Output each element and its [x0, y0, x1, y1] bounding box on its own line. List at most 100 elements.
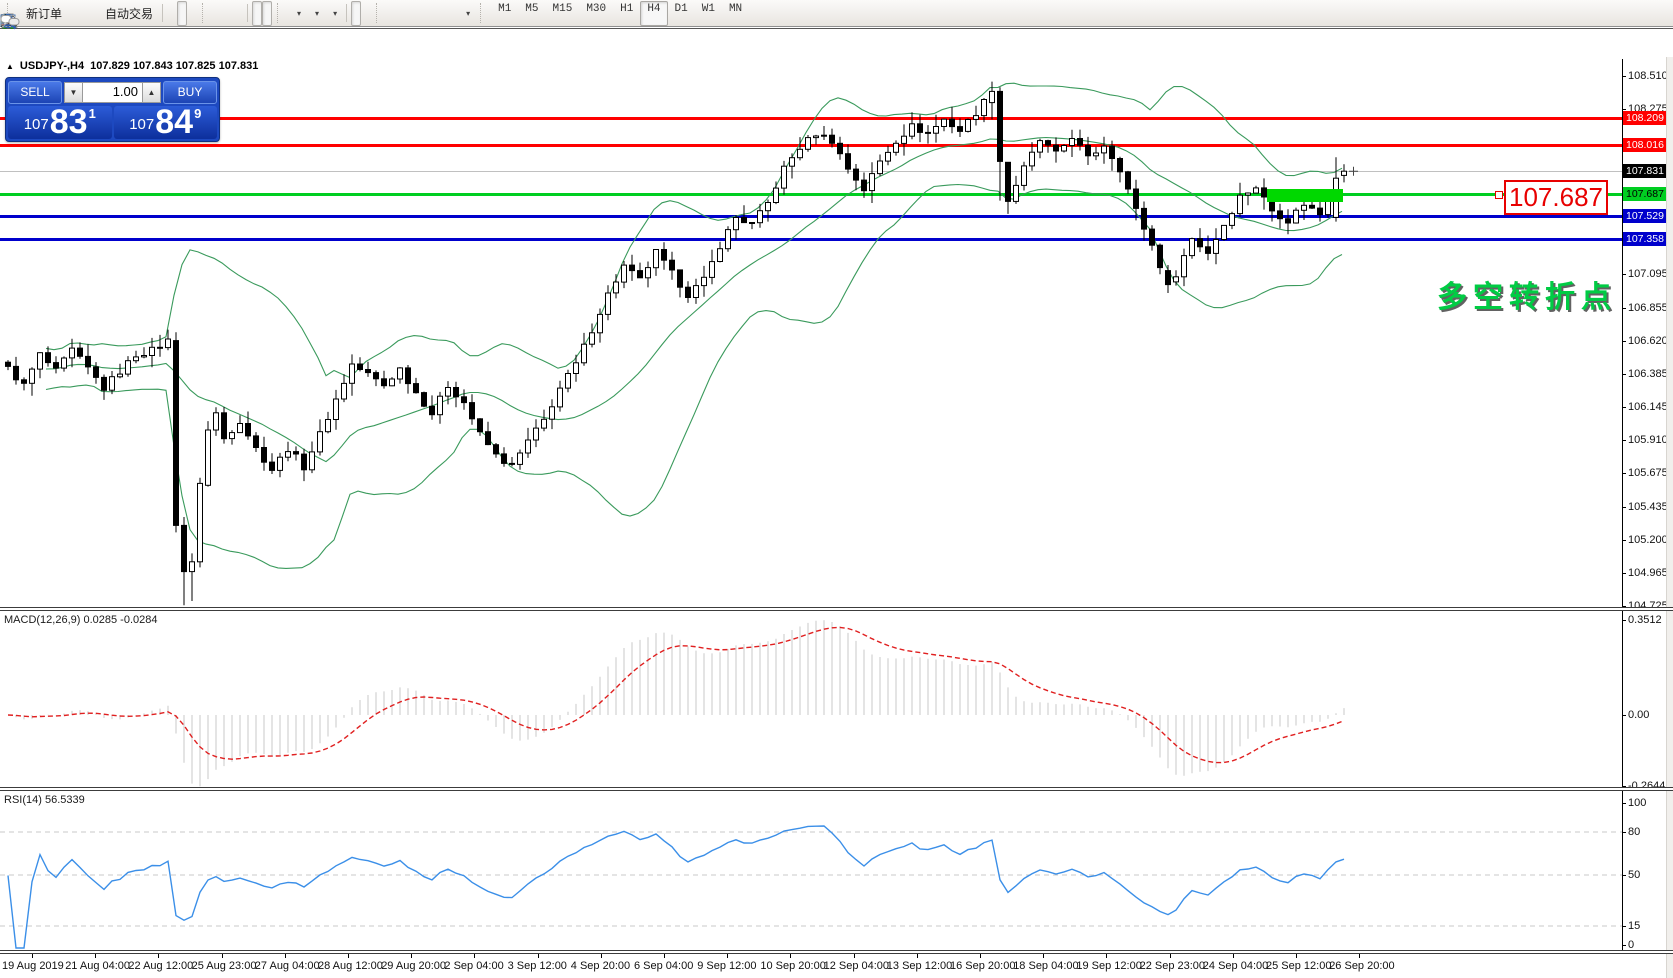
time-axis-label: 9 Sep 12:00	[697, 960, 756, 972]
styler-button[interactable]	[67, 1, 77, 26]
price-badge: 108.016	[1623, 138, 1670, 152]
auto-scroll-button[interactable]	[252, 1, 262, 26]
timeframe-m1-button[interactable]: M1	[491, 1, 518, 26]
axis-tick	[1622, 945, 1626, 946]
time-axis-label: 16 Sep 20:00	[950, 960, 1015, 972]
vertical-line-button[interactable]	[387, 1, 397, 26]
channel-button[interactable]: E	[417, 1, 427, 26]
time-axis-label: 6 Sep 04:00	[634, 960, 693, 972]
highlight-rectangle[interactable]	[1267, 189, 1343, 202]
tile-windows-button[interactable]	[233, 1, 243, 26]
line-chart-button[interactable]	[187, 1, 197, 26]
window-edge-strip	[1666, 57, 1673, 978]
time-axis-label: 10 Sep 20:00	[760, 960, 825, 972]
candlestick-series	[6, 82, 1347, 606]
data-window-button[interactable]	[87, 1, 97, 26]
auto-trading-button[interactable]: 自动交易	[97, 1, 158, 26]
price-tick-label: 106.145	[1628, 401, 1668, 413]
cursor-button[interactable]	[351, 1, 361, 26]
axis-tick	[1622, 374, 1626, 375]
price-tick-label: 105.675	[1628, 467, 1668, 479]
timeframe-h4-button[interactable]: H4	[640, 1, 667, 26]
axis-tick	[1622, 308, 1626, 309]
macd-histogram	[8, 620, 1344, 786]
trendline-button[interactable]	[407, 1, 417, 26]
arrows-button[interactable]: ▾	[457, 1, 475, 26]
axis-tick	[1622, 76, 1626, 77]
macd-indicator[interactable]	[0, 611, 1622, 787]
text-label-button[interactable]: T	[447, 1, 457, 26]
price-tick-label: 104.965	[1628, 567, 1668, 579]
price-tick-label: 106.855	[1628, 302, 1668, 314]
time-axis-label: 22 Aug 12:00	[128, 960, 193, 972]
time-axis-tick	[538, 954, 539, 958]
buy-price-prefix: 107	[129, 116, 154, 133]
timeframe-m5-button[interactable]: M5	[518, 1, 545, 26]
time-axis-tick	[601, 954, 602, 958]
sell-button[interactable]: SELL	[8, 81, 62, 104]
profiles-button[interactable]	[77, 1, 87, 26]
time-axis-label: 18 Sep 04:00	[1013, 960, 1078, 972]
price-tick-label: 105.435	[1628, 501, 1668, 513]
candlestick-chart-button[interactable]	[177, 1, 187, 26]
pane-separator[interactable]	[0, 950, 1673, 954]
chevron-down-icon: ▾	[333, 9, 337, 18]
chart-window[interactable]: ▲ USDJPY-,H4 107.829 107.843 107.825 107…	[0, 28, 1673, 950]
price-tick-label: 105.910	[1628, 434, 1668, 446]
periods-button[interactable]: ▾	[306, 1, 324, 26]
chevron-down-icon: ▾	[315, 9, 319, 18]
symbol-ohlc: 107.829 107.843 107.825 107.831	[90, 60, 258, 72]
chinese-annotation[interactable]: 多空转折点	[1437, 272, 1617, 316]
axis-tick	[1622, 620, 1626, 621]
time-axis-label: 25 Sep 12:00	[1266, 960, 1331, 972]
pane-separator[interactable]	[0, 787, 1673, 791]
chat-button[interactable]	[1651, 1, 1661, 26]
candlestick-chart[interactable]	[0, 57, 1622, 607]
symbol-name: USDJPY-,H4	[20, 60, 84, 72]
time-axis-label: 3 Sep 12:00	[508, 960, 567, 972]
crosshair-button[interactable]	[361, 1, 371, 26]
price-annotation-box[interactable]: 107.687	[1504, 180, 1608, 215]
bar-chart-button[interactable]	[167, 1, 177, 26]
timeframe-m30-button[interactable]: M30	[579, 1, 613, 26]
fibonacci-button[interactable]: F	[427, 1, 437, 26]
chart-shift-button[interactable]	[262, 1, 272, 26]
buy-price[interactable]: 107 84 9	[114, 106, 218, 139]
price-tick-label: 107.095	[1628, 268, 1668, 280]
volume-down-button[interactable]: ▼	[64, 82, 83, 103]
horizontal-line-button[interactable]	[397, 1, 407, 26]
zoom-out-button[interactable]	[223, 1, 233, 26]
sell-price-sup: 1	[89, 106, 96, 121]
templates-button[interactable]: ▾	[324, 1, 342, 26]
bollinger-lower	[46, 185, 1342, 569]
timeframe-m15-button[interactable]: M15	[546, 1, 580, 26]
sell-price[interactable]: 107 83 1	[8, 106, 112, 139]
rsi-indicator[interactable]	[0, 791, 1622, 950]
zoom-in-button[interactable]	[213, 1, 223, 26]
price-tick-label: 106.620	[1628, 335, 1668, 347]
time-axis-label: 27 Aug 04:00	[255, 960, 320, 972]
buy-button[interactable]: BUY	[163, 81, 217, 104]
one-click-trade-panel: SELL ▼ 1.00 ▲ BUY 107 83 1 107 84 9	[5, 77, 220, 142]
time-axis-tick	[854, 954, 855, 958]
price-box-anchor	[1495, 191, 1503, 199]
time-axis-label: 2 Sep 04:00	[444, 960, 503, 972]
time-axis-tick	[1359, 954, 1360, 958]
time-axis-label: 25 Aug 23:00	[192, 960, 257, 972]
axis-tick	[1622, 875, 1626, 876]
timeframe-d1-button[interactable]: D1	[668, 1, 695, 26]
timeframe-mn-button[interactable]: MN	[722, 1, 749, 26]
search-button[interactable]	[1633, 1, 1643, 26]
current-bar-marker	[1349, 167, 1358, 176]
timeframe-h1-button[interactable]: H1	[613, 1, 640, 26]
volume-input[interactable]: 1.00	[83, 82, 142, 103]
time-axis-label: 26 Sep 20:00	[1329, 960, 1394, 972]
volume-up-button[interactable]: ▲	[142, 82, 161, 103]
text-button[interactable]: A	[437, 1, 447, 26]
pane-separator[interactable]	[0, 607, 1673, 611]
timeframe-w1-button[interactable]: W1	[695, 1, 722, 26]
time-axis-label: 4 Sep 20:00	[571, 960, 630, 972]
new-order-button[interactable]: 新订单	[18, 1, 67, 26]
time-axis-tick	[980, 954, 981, 958]
indicators-button[interactable]: ▾	[288, 1, 306, 26]
